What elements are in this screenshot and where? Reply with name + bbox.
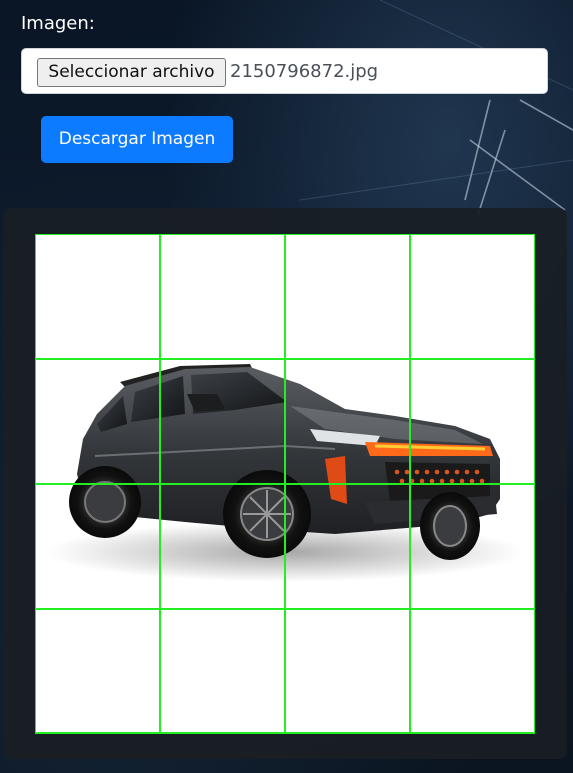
choose-file-button[interactable]: Seleccionar archivo [37,58,226,87]
grid-line-horizontal [35,483,535,485]
grid-line-horizontal [35,608,535,610]
image-canvas[interactable] [35,234,535,734]
file-name-text: 2150796872.jpg [230,61,379,82]
grid-line-horizontal [35,234,535,235]
image-label: Imagen: [21,13,95,34]
file-input[interactable]: Seleccionar archivo 2150796872.jpg [21,48,548,94]
grid-line-horizontal [35,358,535,360]
grid-line-horizontal [35,732,535,734]
download-image-button[interactable]: Descargar Imagen [41,116,233,163]
